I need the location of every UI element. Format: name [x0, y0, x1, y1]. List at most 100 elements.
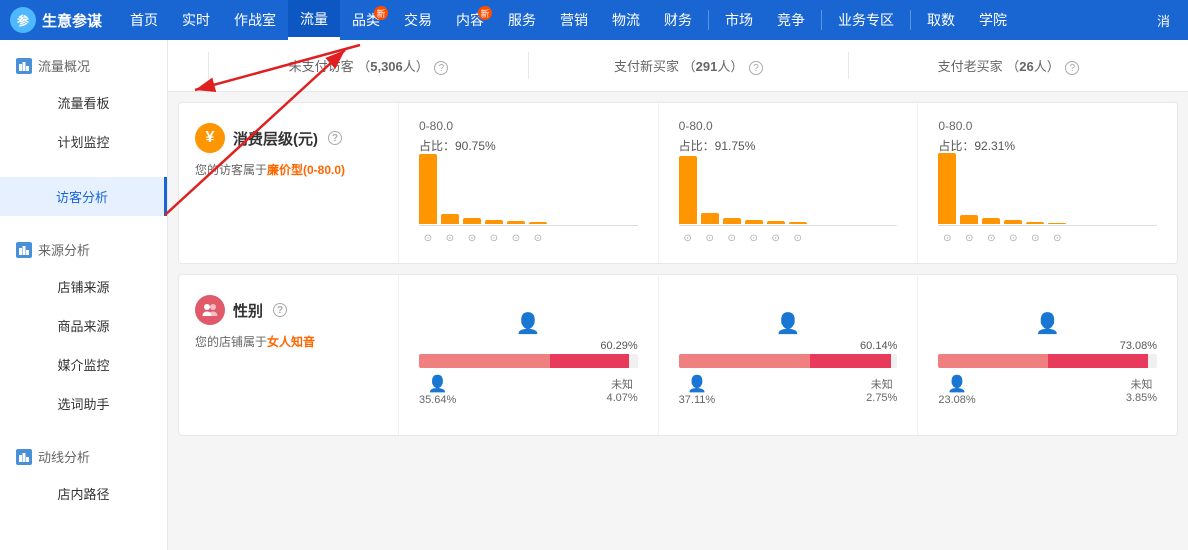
unknown-bar-2 — [891, 354, 898, 368]
female-bar-3 — [938, 354, 1047, 368]
sidebar-item-plan-monitor[interactable]: 计划监控 — [0, 122, 167, 161]
gender-help[interactable]: ? — [273, 303, 287, 317]
nav-logistics[interactable]: 物流 — [600, 0, 652, 40]
nav-war-room[interactable]: 作战室 — [222, 0, 288, 40]
bar-icon-3-4: ⊙ — [1004, 233, 1022, 244]
male-info-3: 👤 23.08% — [938, 374, 975, 406]
bar-icons-3: ⊙ ⊙ ⊙ ⊙ ⊙ ⊙ — [938, 233, 1157, 244]
nav-home[interactable]: 首页 — [118, 0, 170, 40]
nav-finance[interactable]: 财务 — [652, 0, 704, 40]
old-buyer-help[interactable]: ? — [1065, 61, 1079, 75]
gender-bar-2 — [679, 354, 898, 368]
bar-icon-1-5: ⊙ — [507, 233, 525, 244]
gender-col3-chart: 👤 73.08% 👤 23.08% — [938, 291, 1157, 406]
app-logo: 参 生意参谋 — [10, 7, 102, 33]
nav-divider2 — [821, 10, 822, 30]
consumption-desc: 您的访客属于廉价型(0-80.0) — [195, 161, 382, 178]
bar-icon-3-2: ⊙ — [960, 233, 978, 244]
gender-col-1: 👤 60.29% 👤 35.64% — [399, 275, 658, 435]
unpaid-label: 未支付访客 — [289, 59, 354, 74]
nav-competition[interactable]: 竞争 — [765, 0, 817, 40]
main-layout: 流量概况 流量看板 计划监控 访客分析 来源分析 店铺来源 商品来源 媒介监控 … — [0, 40, 1188, 550]
bar-2-6 — [789, 222, 807, 224]
nav-content[interactable]: 内容新 — [444, 0, 496, 40]
new-buyer-help[interactable]: ? — [749, 61, 763, 75]
bar-icon-2-6: ⊙ — [789, 233, 807, 244]
bar-3-2 — [960, 215, 978, 224]
new-buyer-count: （291人） — [683, 59, 744, 74]
source-section-icon — [16, 242, 32, 258]
nav-realtime[interactable]: 实时 — [170, 0, 222, 40]
nav-category[interactable]: 品类新 — [340, 0, 392, 40]
consumption-col2-chart: ⊙ ⊙ ⊙ ⊙ ⊙ ⊙ — [679, 164, 898, 244]
sidebar-item-shop-source[interactable]: 店铺来源 — [0, 267, 167, 306]
gender-bottom-1: 👤 35.64% 未知 4.07% — [419, 374, 638, 406]
gender-bottom-2: 👤 37.11% 未知 2.75% — [679, 374, 898, 406]
unknown-pct-2: 2.75% — [866, 392, 897, 404]
consumption-col-2: 0-80.0 占比：91.75% ⊙ ⊙ — [658, 103, 918, 263]
header-row: 未支付访客 （5,306人） ? 支付新买家 （291人） ? 支付老买家 （2… — [168, 40, 1188, 92]
nav-academy[interactable]: 学院 — [967, 0, 1019, 40]
sidebar-item-traffic-board[interactable]: 流量看板 — [0, 83, 167, 122]
consumption-col-1: 0-80.0 占比：90.75% ⊙ ⊙ — [399, 103, 658, 263]
unknown-label-3: 未知 — [1130, 376, 1152, 392]
female-icon-2: 👤 — [679, 311, 898, 336]
nav-traffic[interactable]: 流量 — [288, 0, 340, 40]
bar-1-6 — [529, 222, 547, 224]
nav-user[interactable]: 消 — [1149, 11, 1178, 30]
bar-icon-1-2: ⊙ — [441, 233, 459, 244]
gender-highlight: 女人知音 — [267, 335, 315, 349]
unpaid-help[interactable]: ? — [434, 61, 448, 75]
category-badge: 新 — [374, 6, 388, 20]
bar-2-3 — [723, 218, 741, 224]
bar-icon-3-6: ⊙ — [1048, 233, 1066, 244]
nav-items: 首页 实时 作战室 流量 品类新 交易 内容新 服务 营销 物流 财务 市场 竞… — [118, 0, 1149, 40]
male-info-2: 👤 37.11% — [679, 374, 716, 406]
nav-market[interactable]: 市场 — [713, 0, 765, 40]
gender-left: 性别 ? 您的店铺属于女人知音 — [179, 275, 399, 435]
unpaid-count: （5,306人） — [357, 59, 429, 74]
nav-fetch[interactable]: 取数 — [915, 0, 967, 40]
nav-trade[interactable]: 交易 — [392, 0, 444, 40]
consumption-help[interactable]: ? — [328, 131, 342, 145]
logo-icon: 参 — [10, 7, 36, 33]
bar-axis-3 — [938, 225, 1157, 226]
bar-icon-1-4: ⊙ — [485, 233, 503, 244]
gender-col-2: 👤 60.14% 👤 37.11% — [658, 275, 918, 435]
male-pct-3: 23.08% — [938, 394, 975, 406]
consumption-col2-pct: 占比：91.75% — [679, 137, 898, 154]
bar-icon-2-1: ⊙ — [679, 233, 697, 244]
traffic-section-label: 流量概况 — [38, 56, 90, 75]
sidebar-item-visitor-analysis[interactable]: 访客分析 — [0, 177, 167, 216]
bar-icon-2-4: ⊙ — [745, 233, 763, 244]
bar-3-5 — [1026, 222, 1044, 224]
bar-icon-1-6: ⊙ — [529, 233, 547, 244]
sidebar-item-media-monitor[interactable]: 媒介监控 — [0, 345, 167, 384]
bar-1-5 — [507, 221, 525, 224]
consumption-col1-chart: ⊙ ⊙ ⊙ ⊙ ⊙ ⊙ — [419, 164, 638, 244]
bar-2-5 — [767, 221, 785, 224]
bar-axis-2 — [679, 225, 898, 226]
gender-bottom-3: 👤 23.08% 未知 3.85% — [938, 374, 1157, 406]
consumption-col1-pct: 占比：90.75% — [419, 137, 638, 154]
flow-section-icon — [16, 449, 32, 465]
unknown-info-3: 未知 3.85% — [1126, 376, 1157, 404]
nav-service[interactable]: 服务 — [496, 0, 548, 40]
nav-divider3 — [910, 10, 911, 30]
gender-col1-chart: 👤 60.29% 👤 35.64% — [419, 291, 638, 406]
source-section-label: 来源分析 — [38, 240, 90, 259]
female-pct-2: 60.14% — [679, 340, 898, 352]
sidebar-item-keyword[interactable]: 选词助手 — [0, 384, 167, 423]
unknown-info-2: 未知 2.75% — [866, 376, 897, 404]
nav-business[interactable]: 业务专区 — [826, 0, 906, 40]
gender-col2-chart: 👤 60.14% 👤 37.11% — [679, 291, 898, 406]
nav-marketing[interactable]: 营销 — [548, 0, 600, 40]
gender-cols: 👤 60.29% 👤 35.64% — [399, 275, 1177, 435]
female-bar-1 — [419, 354, 550, 368]
consumption-highlight: 廉价型(0-80.0) — [267, 163, 345, 177]
male-pct-1: 35.64% — [419, 394, 456, 406]
sidebar-item-product-source[interactable]: 商品来源 — [0, 306, 167, 345]
app-name: 生意参谋 — [42, 10, 102, 31]
sidebar-item-shop-path[interactable]: 店内路径 — [0, 474, 167, 513]
header-col-unpaid: 未支付访客 （5,306人） ? — [208, 52, 528, 79]
